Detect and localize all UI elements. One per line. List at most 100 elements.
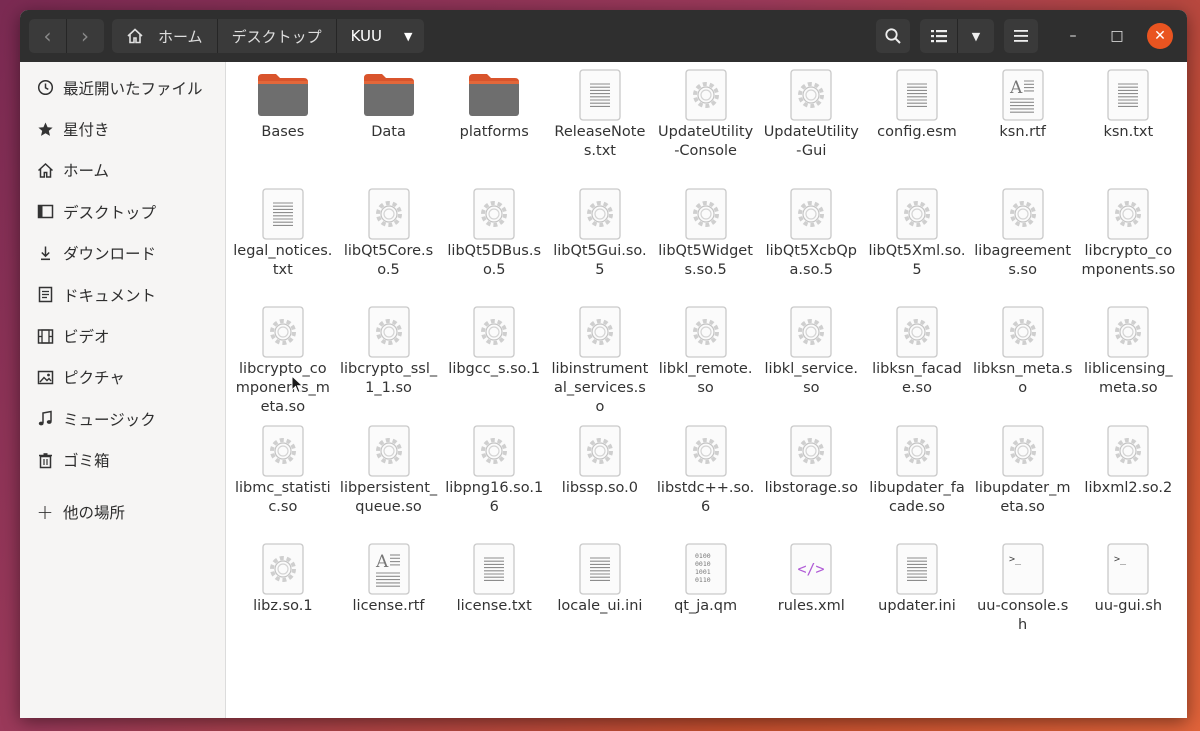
file-name-label: rules.xml [777, 598, 845, 614]
file-item[interactable]: libksn_meta.so [970, 304, 1076, 423]
file-item[interactable]: libQt5Xml.so.5 [864, 186, 970, 305]
exec-file-icon [783, 186, 839, 242]
file-item[interactable]: libxml2.so.2 [1076, 423, 1182, 542]
sidebar-item-label: デスクトップ [63, 203, 157, 222]
chevron-left-icon: ‹ [43, 24, 52, 48]
close-icon: ✕ [1154, 28, 1166, 44]
view-options-button[interactable]: ▼ [958, 19, 994, 53]
sidebar: 最近開いたファイル 星付き ホームデスクトップダウンロード ドキュメント ビデオ ピクチャ… [20, 62, 226, 718]
text-file-icon [1100, 67, 1156, 123]
file-item[interactable]: libpersistent_queue.so [336, 423, 442, 542]
file-item[interactable]: libmc_statistic.so [230, 423, 336, 542]
svg-text:0100: 0100 [695, 552, 711, 560]
svg-text:A: A [1009, 78, 1023, 98]
file-item[interactable]: Alicense.rtf [336, 541, 442, 660]
file-item[interactable]: locale_ui.ini [547, 541, 653, 660]
svg-text:>_: >_ [1009, 554, 1022, 565]
file-name-label: libksn_facade.so [872, 361, 962, 396]
minimize-button[interactable]: – [1060, 23, 1086, 49]
file-item[interactable]: libkl_service.so [758, 304, 864, 423]
file-item[interactable]: libQt5Gui.so.5 [547, 186, 653, 305]
file-name-label: platforms [459, 124, 529, 140]
file-item[interactable]: updater.ini [864, 541, 970, 660]
file-item[interactable]: libpng16.so.16 [441, 423, 547, 542]
file-item[interactable]: libcrypto_components.so [1076, 186, 1182, 305]
exec-file-icon [995, 423, 1051, 479]
file-item[interactable]: libstorage.so [758, 423, 864, 542]
file-item[interactable]: Aksn.rtf [970, 67, 1076, 186]
file-item[interactable]: license.txt [441, 541, 547, 660]
sidebar-item-music[interactable]: ミュージック [20, 398, 225, 439]
breadcrumb-current[interactable]: KUU ▼ [337, 19, 425, 53]
file-item[interactable]: UpdateUtility-Gui [758, 67, 864, 186]
svg-text:>_: >_ [1114, 554, 1127, 565]
file-item[interactable]: config.esm [864, 67, 970, 186]
file-item[interactable]: libQt5XcbQpa.so.5 [758, 186, 864, 305]
file-item[interactable]: ksn.txt [1076, 67, 1182, 186]
sidebar-item-other-locations[interactable]: + 他の場所 [20, 491, 225, 532]
file-item[interactable]: UpdateUtility-Console [653, 67, 759, 186]
exec-file-icon [361, 304, 417, 360]
file-item[interactable]: libssp.so.0 [547, 423, 653, 542]
sidebar-item-home[interactable]: ホーム [20, 150, 225, 191]
file-item[interactable]: libz.so.1 [230, 541, 336, 660]
file-item[interactable]: libcrypto_components_meta.so [230, 304, 336, 423]
search-button[interactable] [876, 19, 910, 53]
script-file-icon: >_ [995, 541, 1051, 597]
file-item[interactable]: libinstrumental_services.so [547, 304, 653, 423]
file-item[interactable]: ReleaseNotes.txt [547, 67, 653, 186]
forward-button[interactable]: › [66, 19, 103, 53]
list-view-icon [930, 30, 947, 43]
exec-file-icon [572, 304, 628, 360]
sidebar-item-download[interactable]: ダウンロード [20, 233, 225, 274]
back-button[interactable]: ‹ [29, 19, 66, 53]
file-item[interactable]: libkl_remote.so [653, 304, 759, 423]
file-name-label: libkl_remote.so [658, 361, 753, 396]
file-item[interactable]: libupdater_meta.so [970, 423, 1076, 542]
file-item[interactable]: legal_notices.txt [230, 186, 336, 305]
file-item[interactable]: libQt5DBus.so.5 [441, 186, 547, 305]
file-name-label: qt_ja.qm [674, 598, 738, 614]
file-item[interactable]: >_ uu-gui.sh [1076, 541, 1182, 660]
folder-item[interactable]: platforms [441, 67, 547, 186]
folder-item[interactable]: Bases [230, 67, 336, 186]
file-item[interactable]: libstdc++.so.6 [653, 423, 759, 542]
file-item[interactable]: libQt5Core.so.5 [336, 186, 442, 305]
exec-file-icon [783, 67, 839, 123]
sidebar-item-trash[interactable]: ゴミ箱 [20, 440, 225, 481]
hamburger-menu-icon [1014, 30, 1028, 42]
file-item[interactable]: libgcc_s.so.1 [441, 304, 547, 423]
sidebar-item-document[interactable]: ドキュメント [20, 274, 225, 315]
file-name-label: libupdater_meta.so [974, 479, 1071, 515]
file-item[interactable]: libcrypto_ssl_1_1.so [336, 304, 442, 423]
sidebar-item-picture[interactable]: ピクチャ [20, 357, 225, 398]
sidebar-item-star[interactable]: 星付き [20, 108, 225, 149]
document-icon [36, 286, 54, 304]
file-item[interactable]: libupdater_facade.so [864, 423, 970, 542]
file-item[interactable]: >_ uu-console.sh [970, 541, 1076, 660]
menu-button[interactable] [1004, 19, 1038, 53]
home-icon [127, 28, 143, 44]
file-name-label: config.esm [877, 124, 957, 140]
close-button[interactable]: ✕ [1147, 23, 1173, 49]
file-item[interactable]: 0100 0010 1001 0110 qt_ja.qm [653, 541, 759, 660]
file-item[interactable]: libksn_facade.so [864, 304, 970, 423]
sidebar-item-desktop[interactable]: デスクトップ [20, 191, 225, 232]
file-item[interactable]: libQt5Widgets.so.5 [653, 186, 759, 305]
folder-item[interactable]: Data [336, 67, 442, 186]
file-item[interactable]: libagreements.so [970, 186, 1076, 305]
file-item[interactable]: liblicensing_meta.so [1076, 304, 1182, 423]
breadcrumb-desktop[interactable]: デスクトップ [218, 19, 337, 53]
file-item[interactable]: </> rules.xml [758, 541, 864, 660]
download-icon [36, 244, 54, 262]
list-view-button[interactable] [920, 19, 958, 53]
exec-file-icon [361, 423, 417, 479]
maximize-button[interactable]: □ [1104, 23, 1130, 49]
text-file-icon [889, 541, 945, 597]
breadcrumb-home[interactable]: ホーム [112, 19, 218, 53]
search-icon [885, 28, 901, 44]
exec-file-icon [1100, 423, 1156, 479]
sidebar-item-film[interactable]: ビデオ [20, 315, 225, 356]
sidebar-item-clock[interactable]: 最近開いたファイル [20, 67, 225, 108]
exec-file-icon [678, 304, 734, 360]
